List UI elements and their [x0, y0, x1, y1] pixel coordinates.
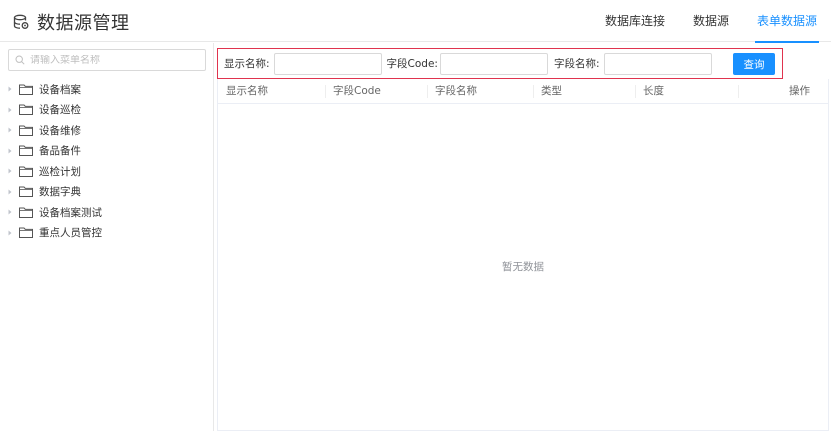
tree-item-label: 巡检计划 — [39, 165, 81, 178]
caret-right-icon[interactable] — [6, 106, 14, 114]
column-header-length[interactable]: 长度 — [635, 79, 738, 103]
caret-right-icon[interactable] — [6, 167, 14, 175]
filter-bar: 显示名称: 字段Code: 字段名称: 查询 — [217, 48, 783, 79]
field-name-input[interactable] — [603, 52, 712, 75]
tree-item-data-dictionary[interactable]: 数据字典 — [6, 182, 102, 203]
tree-item-device-archive-test[interactable]: 设备档案测试 — [6, 202, 102, 223]
tree-item-label: 设备档案测试 — [39, 206, 102, 219]
column-header-field-name[interactable]: 字段名称 — [427, 79, 533, 103]
caret-right-icon[interactable] — [6, 85, 14, 93]
column-header-field-code[interactable]: 字段Code — [325, 79, 427, 103]
tree-item-label: 设备维修 — [39, 124, 81, 137]
tree-item-device-inspection[interactable]: 设备巡检 — [6, 100, 102, 121]
page-title: 数据源管理 — [37, 13, 130, 34]
data-table: 显示名称 字段Code 字段名称 类型 长度 操作 暂无数据 — [217, 79, 829, 431]
caret-right-icon[interactable] — [6, 208, 14, 216]
folder-icon — [19, 84, 33, 95]
table-header: 显示名称 字段Code 字段名称 类型 长度 操作 — [218, 79, 828, 104]
tab-form-data-source[interactable]: 表单数据源 — [754, 0, 820, 43]
folder-icon — [19, 104, 33, 116]
folder-icon — [19, 227, 33, 239]
field-code-label: 字段Code: — [386, 58, 438, 70]
tree-item-label: 备品备件 — [39, 145, 81, 158]
folder-icon — [19, 207, 33, 218]
menu-search-input[interactable] — [30, 54, 200, 66]
column-header-display-name[interactable]: 显示名称 — [218, 79, 325, 103]
display-name-label: 显示名称: — [224, 58, 270, 70]
menu-tree: 设备档案 设备巡检 设备维修 备品备件 巡检计划 数据字典 设备档案测试 重点人… — [6, 79, 102, 243]
display-name-input[interactable] — [273, 52, 382, 75]
caret-right-icon[interactable] — [6, 229, 14, 237]
caret-right-icon[interactable] — [6, 147, 14, 155]
tree-item-device-repair[interactable]: 设备维修 — [6, 120, 102, 141]
database-icon — [13, 14, 29, 29]
top-nav: 数据库连接 数据源 表单数据源 — [577, 0, 820, 43]
sidebar: 设备档案 设备巡检 设备维修 备品备件 巡检计划 数据字典 — [0, 43, 214, 431]
tree-item-label: 设备档案 — [39, 83, 81, 96]
tab-database-connection[interactable]: 数据库连接 — [605, 0, 665, 42]
search-icon — [15, 55, 25, 65]
tree-item-device-archive[interactable]: 设备档案 — [6, 79, 102, 100]
tree-item-inspection-plan[interactable]: 巡检计划 — [6, 161, 102, 182]
menu-search-box[interactable] — [8, 49, 206, 71]
tree-item-spare-parts[interactable]: 备品备件 — [6, 141, 102, 162]
column-header-type[interactable]: 类型 — [533, 79, 635, 103]
app-title: 数据源管理 — [13, 9, 130, 35]
field-name-label: 字段名称: — [553, 58, 600, 70]
column-header-actions: 操作 — [738, 79, 828, 103]
caret-right-icon[interactable] — [6, 126, 14, 134]
top-header: 数据源管理 数据库连接 数据源 表单数据源 — [0, 0, 831, 43]
tree-item-key-personnel-control[interactable]: 重点人员管控 — [6, 223, 102, 244]
folder-icon — [19, 186, 33, 198]
folder-icon — [19, 125, 33, 136]
main-content: 显示名称: 字段Code: 字段名称: 查询 显示名称 字段Code 字段名称 … — [215, 43, 831, 431]
empty-state-text: 暂无数据 — [502, 261, 544, 273]
tree-item-label: 数据字典 — [39, 186, 81, 199]
caret-right-icon[interactable] — [6, 188, 14, 196]
folder-icon — [19, 145, 33, 157]
query-button[interactable]: 查询 — [733, 53, 775, 75]
tree-item-label: 设备巡检 — [39, 104, 81, 117]
tree-item-label: 重点人员管控 — [39, 227, 102, 240]
tab-data-source[interactable]: 数据源 — [693, 0, 729, 42]
field-code-input[interactable] — [439, 52, 548, 75]
folder-icon — [19, 166, 33, 177]
